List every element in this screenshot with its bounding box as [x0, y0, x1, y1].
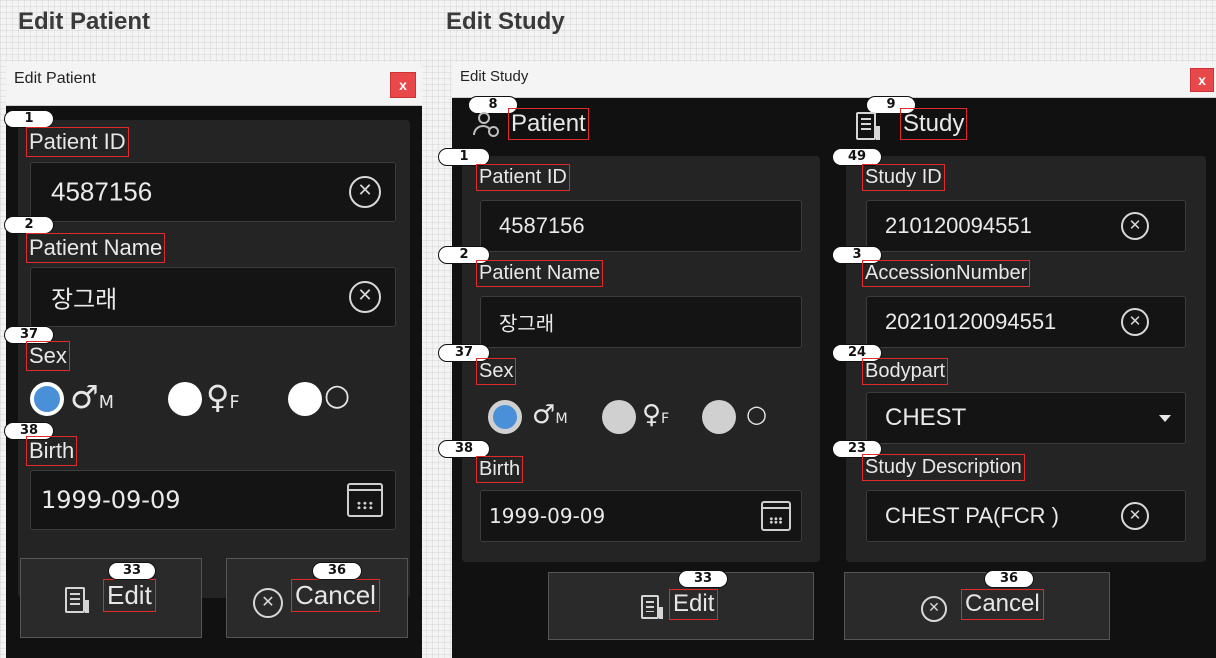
bodypart-value: CHEST	[885, 404, 967, 431]
birth-date-field[interactable]: 1999-09-09	[30, 470, 396, 530]
study-description-label: Study Description	[862, 454, 1025, 481]
sex-label: Sex	[476, 358, 517, 385]
patient-section-label: Patient	[508, 108, 589, 140]
clear-icon[interactable]: ✕	[349, 281, 381, 313]
sex-radio-female[interactable]	[602, 400, 636, 434]
cancel-button-label: Cancel	[961, 589, 1044, 620]
study-id-field[interactable]: 210120094551 ✕	[866, 200, 1186, 252]
dialog-title: Edit Patient	[14, 70, 96, 87]
other-symbol: ○	[324, 378, 351, 413]
annotation-badge: 36	[984, 570, 1034, 588]
annotation-badge: 33	[108, 562, 156, 580]
male-symbol: ♂M	[532, 400, 568, 430]
study-id-label: Study ID	[862, 164, 945, 191]
accession-number-field[interactable]: 20210120094551 ✕	[866, 296, 1186, 348]
sex-radio-male[interactable]	[30, 382, 64, 416]
study-section-label: Study	[900, 108, 968, 140]
cancel-icon: ✕	[921, 596, 947, 622]
patient-id-label: Patient ID	[476, 164, 570, 191]
edit-study-dialog: Edit Study x 8 Patient 9 Study 1 Patient…	[438, 62, 1216, 658]
bodypart-select[interactable]: CHEST	[866, 392, 1186, 444]
study-description-field[interactable]: CHEST PA(FCR ) ✕	[866, 490, 1186, 542]
study-id-value: 210120094551	[885, 213, 1032, 238]
cancel-icon: ✕	[253, 588, 283, 618]
sex-radio-other[interactable]	[288, 382, 322, 416]
close-button[interactable]: x	[390, 72, 416, 98]
edit-icon	[65, 587, 89, 613]
study-description-value: CHEST PA(FCR )	[885, 503, 1059, 528]
other-symbol: ○	[746, 400, 767, 428]
patient-id-field[interactable]: 4587156	[480, 200, 802, 252]
cancel-button[interactable]: ✕ Cancel	[844, 572, 1110, 640]
heading-edit-study: Edit Study	[446, 8, 565, 35]
calendar-icon[interactable]	[761, 501, 791, 531]
cancel-button-label: Cancel	[291, 579, 380, 613]
accession-number-value: 20210120094551	[885, 309, 1057, 334]
patient-id-field[interactable]: 4587156 ✕	[30, 162, 396, 222]
chevron-down-icon[interactable]	[1159, 415, 1171, 422]
clear-icon[interactable]: ✕	[1121, 308, 1149, 336]
clear-icon[interactable]: ✕	[1121, 212, 1149, 240]
calendar-icon[interactable]	[347, 483, 383, 517]
clear-icon[interactable]: ✕	[1121, 502, 1149, 530]
patient-name-field[interactable]: 장그래	[480, 296, 802, 348]
birth-date-field[interactable]: 1999-09-09	[480, 490, 802, 542]
sex-radio-other[interactable]	[702, 400, 736, 434]
patient-id-label: Patient ID	[26, 127, 129, 157]
birth-label: Birth	[476, 456, 524, 483]
study-icon	[856, 112, 880, 140]
title-bar: Edit Study x	[452, 62, 1216, 98]
patient-icon	[472, 112, 502, 140]
patient-name-value: 장그래	[51, 285, 118, 314]
edit-icon	[641, 595, 663, 619]
bodypart-label: Bodypart	[862, 358, 949, 385]
birth-value: 1999-09-09	[489, 504, 606, 528]
annotation-badge: 1	[4, 110, 54, 128]
annotation-badge: 2	[4, 216, 54, 234]
heading-edit-patient: Edit Patient	[18, 8, 151, 35]
close-button[interactable]: x	[1190, 68, 1214, 92]
patient-name-field[interactable]: 장그래 ✕	[30, 267, 396, 327]
annotation-badge: 36	[312, 562, 362, 580]
patient-id-value: 4587156	[499, 213, 585, 238]
sex-label: Sex	[26, 341, 70, 371]
edit-patient-dialog: Edit Patient x 1 Patient ID 4587156 ✕ 2 …	[4, 62, 422, 658]
female-symbol: ♀F	[206, 378, 240, 416]
title-bar: Edit Patient x	[6, 62, 422, 106]
male-symbol: ♂M	[70, 378, 114, 416]
birth-value: 1999-09-09	[41, 486, 181, 514]
patient-name-label: Patient Name	[26, 233, 166, 263]
clear-icon[interactable]: ✕	[349, 176, 381, 208]
annotation-badge: 33	[678, 570, 728, 588]
female-symbol: ♀F	[642, 400, 670, 430]
edit-button-label: Edit	[103, 579, 156, 613]
sex-radio-male[interactable]	[488, 400, 522, 434]
birth-label: Birth	[26, 436, 78, 466]
edit-button-label: Edit	[669, 589, 719, 620]
dialog-title: Edit Study	[460, 68, 529, 85]
patient-id-value: 4587156	[51, 176, 153, 207]
accession-number-label: AccessionNumber	[862, 260, 1031, 287]
sex-radio-female[interactable]	[168, 382, 202, 416]
patient-name-value: 장그래	[499, 311, 555, 336]
patient-name-label: Patient Name	[476, 260, 604, 287]
